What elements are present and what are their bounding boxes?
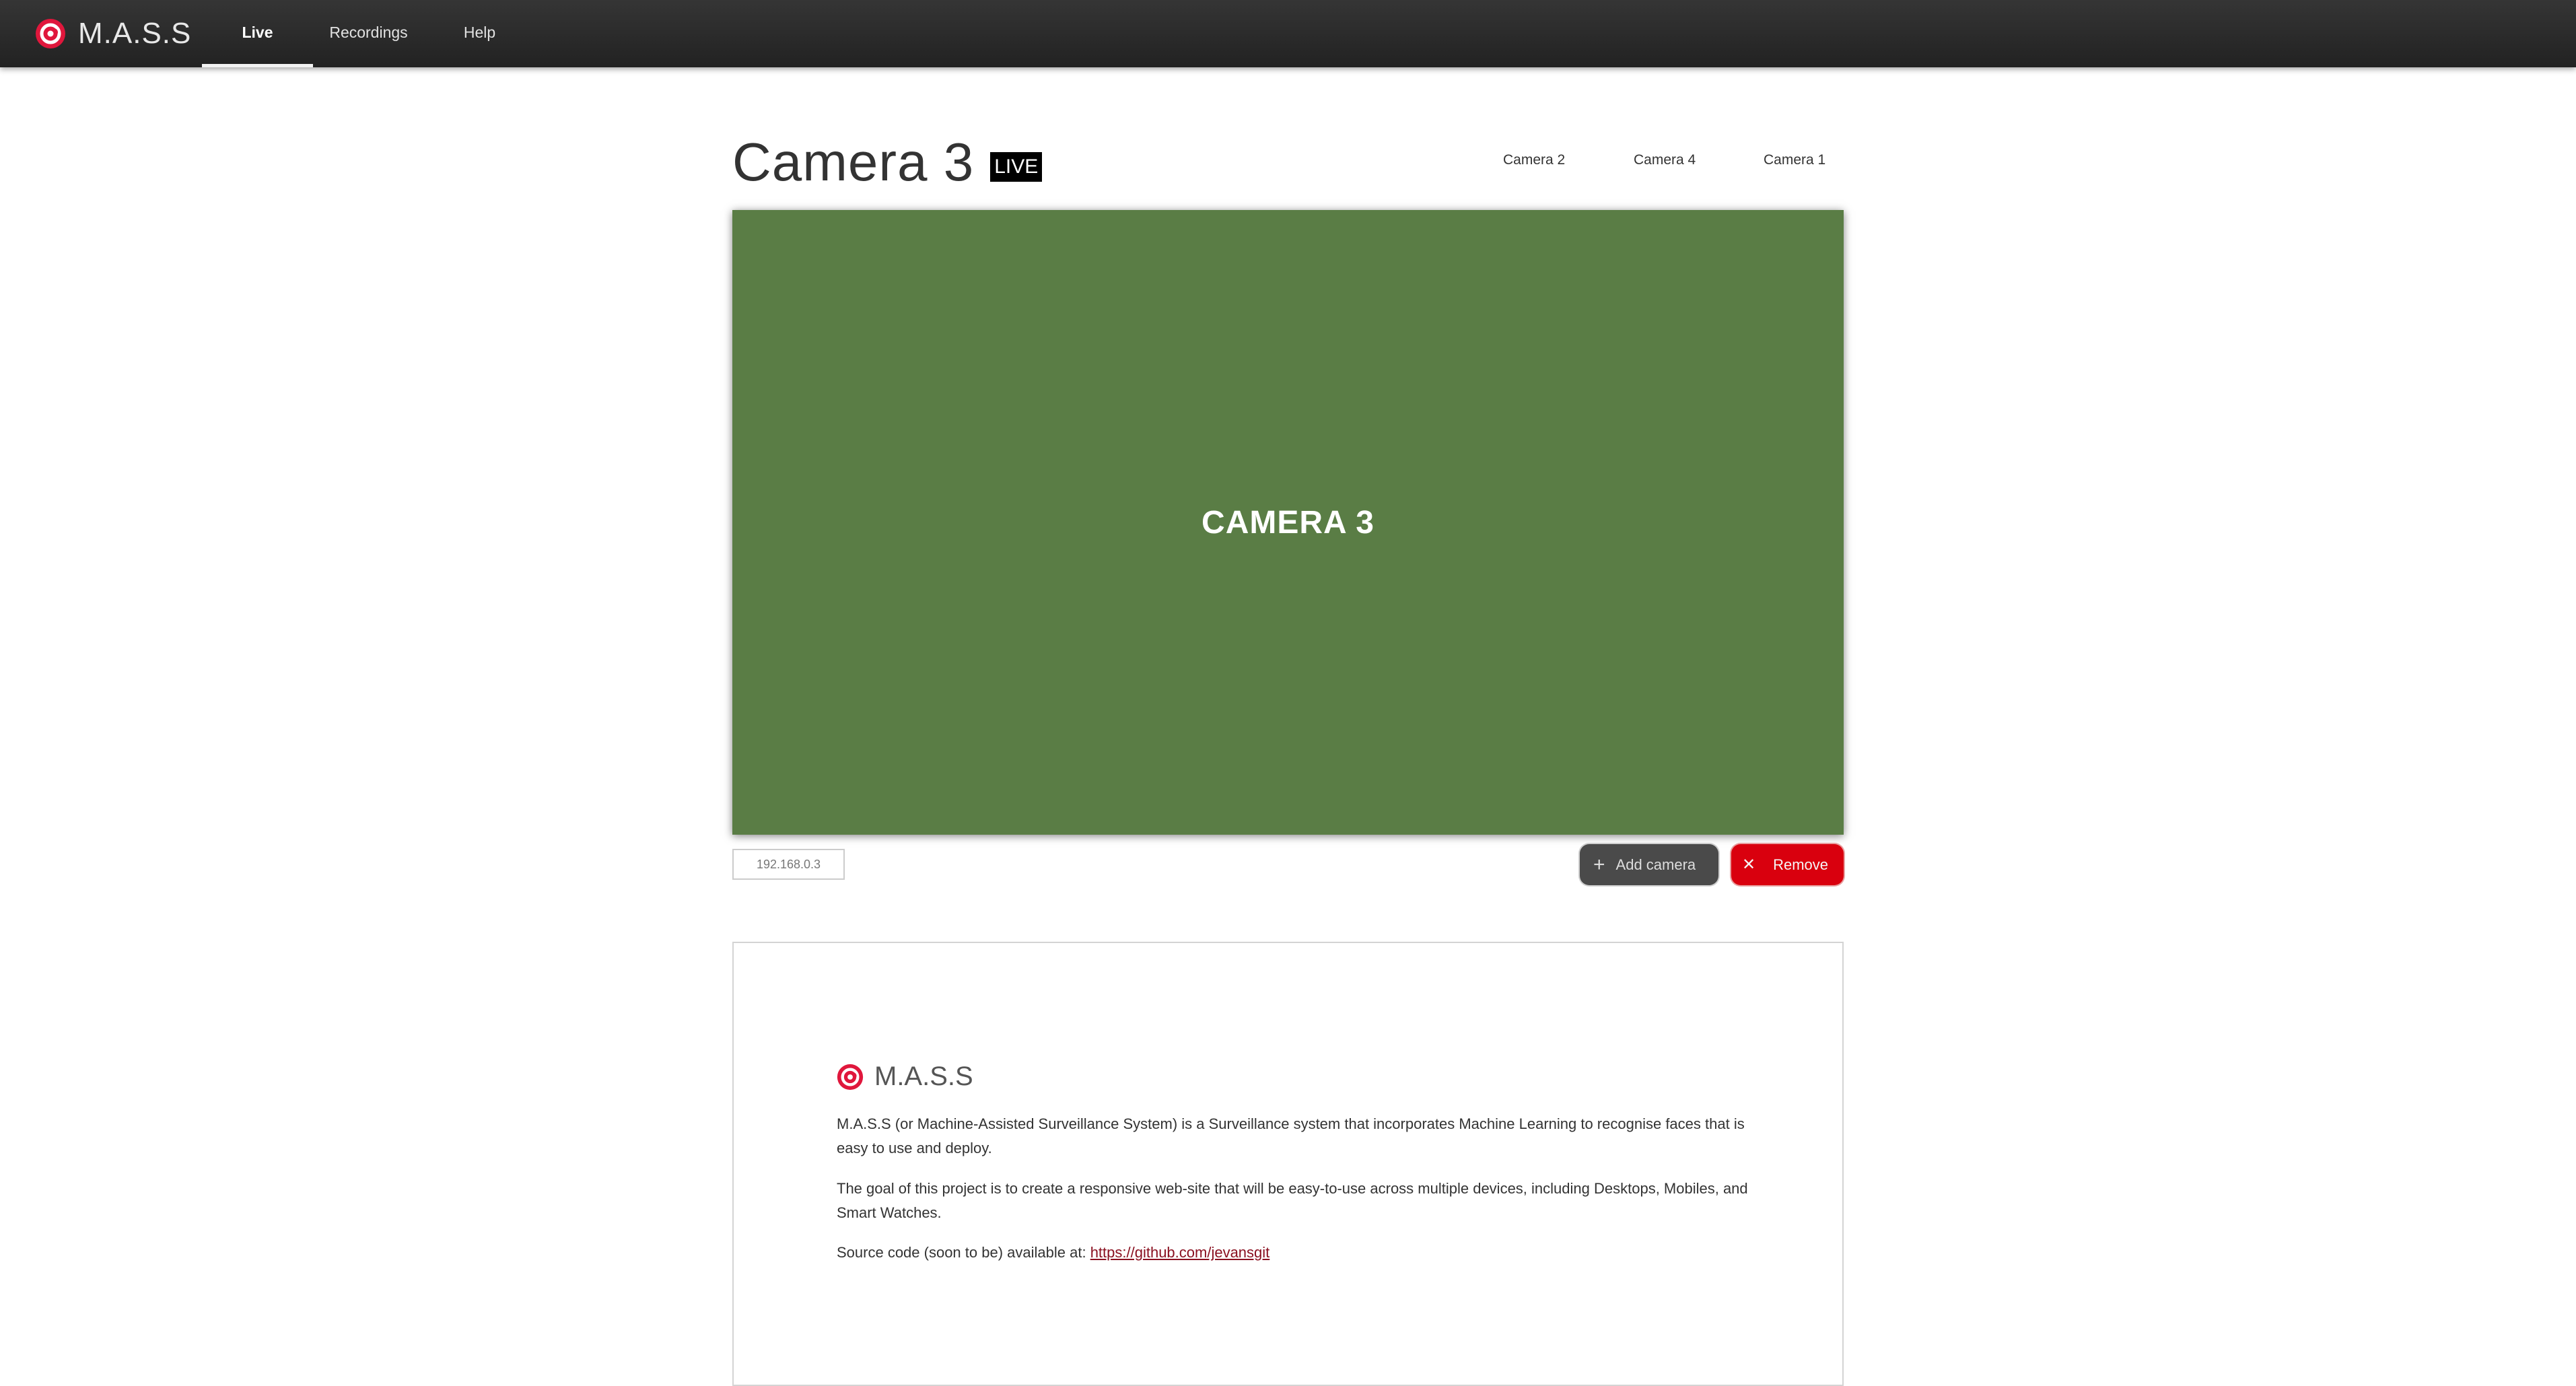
remove-camera-button[interactable]: ✕ Remove [1731,844,1844,885]
video-feed-label: CAMERA 3 [1202,504,1374,541]
camera-title: Camera 3 [732,132,975,192]
camera-switch-link[interactable]: Camera 1 [1764,152,1825,168]
camera-lens-icon [837,1064,864,1090]
camera-ip-address: 192.168.0.3 [732,849,845,880]
about-card: M.A.S.S M.A.S.S (or Machine-Assisted Sur… [732,942,1844,1386]
camera-switch-link[interactable]: Camera 4 [1634,152,1696,168]
plus-icon: + [1593,853,1605,876]
about-brand: M.A.S.S [837,1062,973,1092]
source-code-link[interactable]: https://github.com/jevansgit [1090,1244,1270,1261]
close-icon: ✕ [1742,855,1756,874]
add-camera-label: Add camera [1615,856,1696,873]
camera-title-row: Camera 3 LIVE [732,132,1043,193]
about-paragraph-intro: M.A.S.S (or Machine-Assisted Surveillanc… [837,1115,1745,1156]
nav-tab-live[interactable]: Live [202,0,313,67]
source-prefix: Source code (soon to be) available at: [837,1244,1090,1261]
camera-switch-link[interactable]: Camera 2 [1503,152,1565,168]
about-brand-name: M.A.S.S [874,1062,973,1091]
camera-lens-icon [36,19,65,48]
camera-video-feed[interactable]: CAMERA 3 [732,210,1844,835]
remove-camera-label: Remove [1773,856,1829,873]
brand-name: M.A.S.S [78,17,192,50]
brand-logo-link[interactable]: M.A.S.S [35,15,191,53]
live-badge: LIVE [990,152,1043,182]
top-navbar: M.A.S.S Live Recordings Help [0,0,2576,67]
add-camera-button[interactable]: + Add camera [1580,844,1718,885]
about-paragraph-goal: The goal of this project is to create a … [837,1180,1748,1221]
about-paragraph-source: Source code (soon to be) available at: h… [837,1241,1779,1265]
nav-tab-recordings[interactable]: Recordings [313,0,424,67]
nav-tab-help[interactable]: Help [424,0,535,67]
